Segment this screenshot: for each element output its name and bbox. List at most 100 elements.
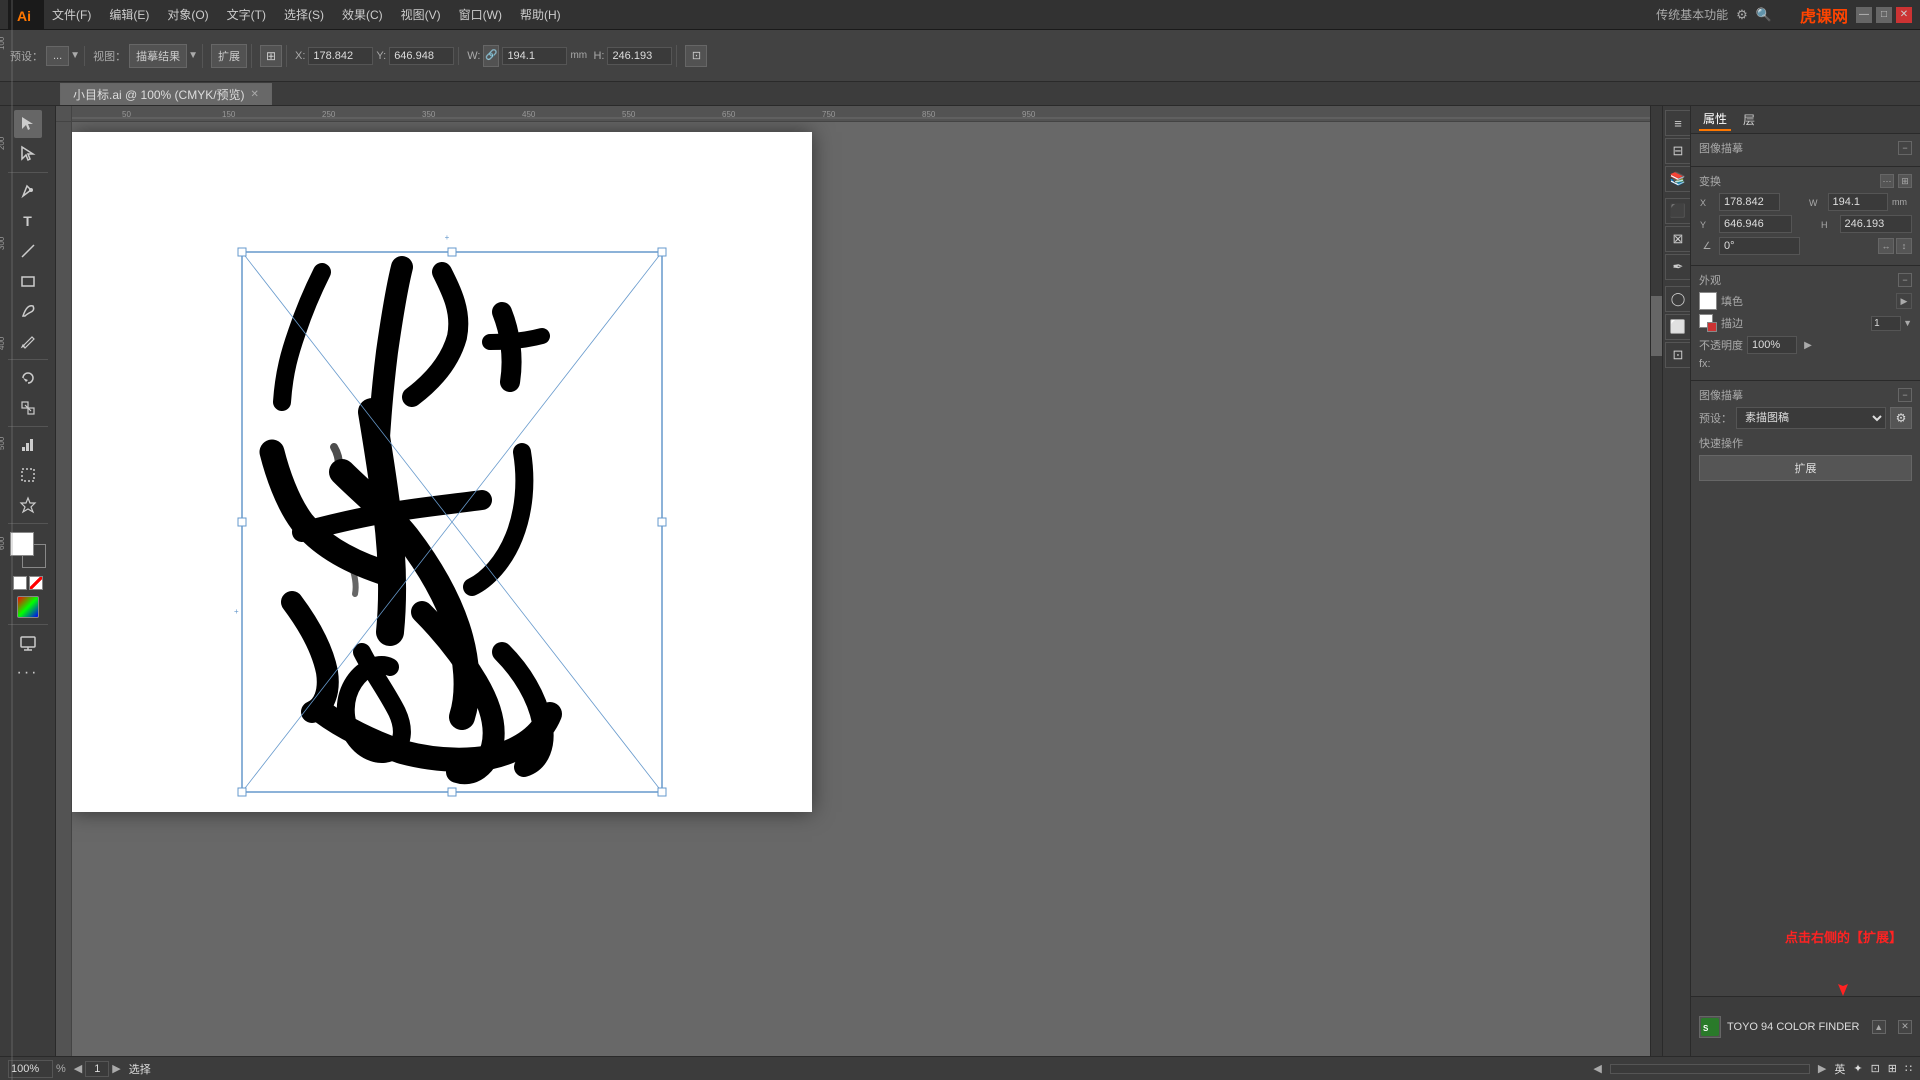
star-tool[interactable] xyxy=(14,491,42,519)
text-tool[interactable]: T xyxy=(14,207,42,235)
scroll-right-btn[interactable]: ▶ xyxy=(1818,1062,1826,1075)
pencil-tool[interactable] xyxy=(14,327,42,355)
minimize-btn[interactable]: — xyxy=(1856,7,1872,23)
fill-more-icon[interactable]: ▶ xyxy=(1896,293,1912,309)
prev-page-btn[interactable]: ◀ xyxy=(74,1062,82,1075)
properties-icon[interactable]: ≡ xyxy=(1665,110,1691,136)
expand-action-btn[interactable]: 扩展 xyxy=(1699,455,1912,481)
fill-color-swatch[interactable] xyxy=(1699,292,1717,310)
opacity-input[interactable] xyxy=(1747,336,1797,354)
libraries-icon[interactable]: 📚 xyxy=(1665,166,1691,192)
close-btn[interactable]: ✕ xyxy=(1896,7,1912,23)
graph-tool[interactable] xyxy=(14,431,42,459)
panel-collapse-btn[interactable]: − xyxy=(1898,141,1912,155)
stroke-width-input[interactable] xyxy=(1871,316,1901,331)
y-label: Y: xyxy=(376,50,386,62)
stroke-inner[interactable] xyxy=(1707,322,1717,332)
layers-icon[interactable]: ⊟ xyxy=(1665,138,1691,164)
appearance-icon[interactable]: ⊡ xyxy=(1665,342,1691,368)
stroke-dropdown-icon[interactable]: ▼ xyxy=(1903,318,1912,328)
rotate-icon: ∠ xyxy=(1699,238,1715,254)
svg-text:Y: Y xyxy=(1700,220,1706,230)
flip-h-icon[interactable]: ↔ xyxy=(1878,238,1894,254)
svg-text:H: H xyxy=(1821,220,1828,230)
y-input[interactable] xyxy=(389,47,454,65)
more-tools-btn[interactable]: ··· xyxy=(14,659,42,687)
stroke-none[interactable] xyxy=(29,576,43,590)
x-input[interactable] xyxy=(308,47,373,65)
trace-preset-select[interactable]: 素描图稿 黑白徽标 彩色徽标 照片（高保真） xyxy=(1736,407,1886,429)
preset-dropdown[interactable]: ... xyxy=(46,46,69,66)
toyo-icon[interactable]: S xyxy=(1699,1016,1721,1038)
h-input[interactable] xyxy=(607,47,672,65)
menu-window[interactable]: 窗口(W) xyxy=(451,4,510,25)
pen-tool[interactable] xyxy=(14,177,42,205)
artboard: + + + xyxy=(72,132,812,812)
trace-settings-icon[interactable]: ⚙ xyxy=(1890,407,1912,429)
document-tab[interactable]: 小目标.ai @ 100% (CMYK/预览) ✕ xyxy=(60,83,272,105)
view-dropdown[interactable]: 描摹结果 xyxy=(129,44,187,68)
transform-more-icon[interactable]: ⋯ xyxy=(1880,174,1894,188)
transform-icon[interactable]: ⊡ xyxy=(685,45,707,67)
scroll-left-btn[interactable]: ◀ xyxy=(1593,1062,1601,1075)
h-size-input[interactable] xyxy=(1840,215,1913,233)
traditional-btn[interactable]: 传统基本功能 xyxy=(1656,6,1728,23)
menu-object[interactable]: 对象(O) xyxy=(159,4,216,25)
select-tool[interactable] xyxy=(14,110,42,138)
menu-view[interactable]: 视图(V) xyxy=(393,4,449,25)
settings-icon[interactable]: ⚙ xyxy=(1736,7,1748,23)
toolbar-grid-group: ⊞ xyxy=(256,45,287,67)
artboard-tool[interactable] xyxy=(14,461,42,489)
h-scrollbar[interactable] xyxy=(1610,1064,1810,1074)
brush-tool[interactable] xyxy=(14,297,42,325)
opacity-more-btn[interactable]: ▶ xyxy=(1801,338,1815,352)
color-mode-toggle[interactable] xyxy=(17,596,39,618)
tab-close-icon[interactable]: ✕ xyxy=(251,89,259,100)
menu-effect[interactable]: 效果(C) xyxy=(334,4,391,25)
link-wh-icon[interactable]: 🔗 xyxy=(483,45,499,67)
maximize-btn[interactable]: □ xyxy=(1876,7,1892,23)
canvas-area[interactable]: + + + xyxy=(72,122,1650,1056)
brushes-icon[interactable]: ✒ xyxy=(1665,254,1691,280)
x-coord-input[interactable] xyxy=(1719,193,1780,211)
layers-tab[interactable]: 层 xyxy=(1739,109,1759,130)
transform-settings-icon[interactable]: ⊞ xyxy=(1898,174,1912,188)
scrollbar-thumb[interactable] xyxy=(1651,296,1662,356)
gradient-icon[interactable]: ⬜ xyxy=(1665,314,1691,340)
scale-tool[interactable] xyxy=(14,394,42,422)
menu-help[interactable]: 帮助(H) xyxy=(512,4,569,25)
direct-select-tool[interactable] xyxy=(14,140,42,168)
expand-btn[interactable]: 扩展 xyxy=(211,44,247,68)
menu-select[interactable]: 选择(S) xyxy=(276,4,332,25)
vertical-scrollbar[interactable] xyxy=(1650,106,1662,1056)
calligraphy-svg: + + + xyxy=(72,132,812,812)
screen-mode-btn[interactable] xyxy=(14,629,42,657)
w-size-unit: mm xyxy=(1892,197,1912,207)
dots-icon: ∷ xyxy=(1905,1062,1912,1075)
svg-text:600: 600 xyxy=(0,536,6,550)
page-number-input[interactable] xyxy=(85,1061,109,1077)
grid-icon[interactable]: ⊞ xyxy=(260,45,282,67)
swatches-icon[interactable]: ⊠ xyxy=(1665,226,1691,252)
next-page-btn[interactable]: ▶ xyxy=(112,1062,120,1075)
menu-text[interactable]: 文字(T) xyxy=(219,4,274,25)
y-coord-input[interactable] xyxy=(1719,215,1792,233)
menu-edit[interactable]: 编辑(E) xyxy=(101,4,157,25)
appearance-collapse[interactable]: − xyxy=(1898,273,1912,287)
tab-bar: 小目标.ai @ 100% (CMYK/预览) ✕ xyxy=(0,82,1920,106)
stroke-icon[interactable]: ◯ xyxy=(1665,286,1691,312)
menu-file[interactable]: 文件(F) xyxy=(44,4,99,25)
toyo-collapse-btn[interactable]: ▲ xyxy=(1872,1020,1886,1034)
search-icon[interactable]: 🔍 xyxy=(1756,7,1772,23)
flip-v-icon[interactable]: ↕ xyxy=(1896,238,1912,254)
line-tool[interactable] xyxy=(14,237,42,265)
toyo-close-btn[interactable]: ✕ xyxy=(1898,1020,1912,1034)
w-size-input[interactable] xyxy=(1828,193,1889,211)
color-icon[interactable]: ⬛ xyxy=(1665,198,1691,224)
properties-tab[interactable]: 属性 xyxy=(1699,108,1731,131)
rect-tool[interactable] xyxy=(14,267,42,295)
rotate-input[interactable] xyxy=(1719,237,1800,255)
w-input[interactable] xyxy=(502,47,567,65)
trace-collapse-btn[interactable]: − xyxy=(1898,388,1912,402)
rotate-tool[interactable] xyxy=(14,364,42,392)
